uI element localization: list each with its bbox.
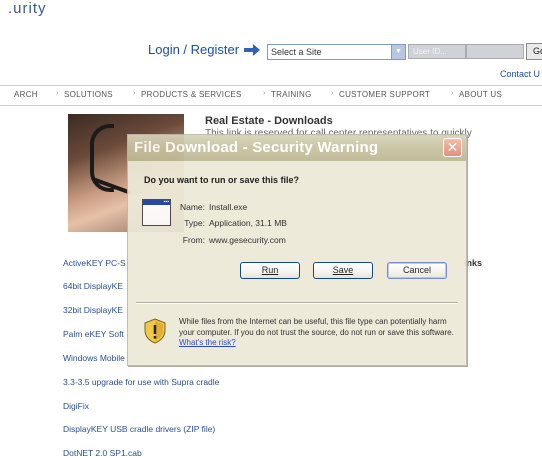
site-select-value: Select a Site [271, 47, 322, 57]
chevron-right-icon: › [263, 90, 266, 97]
nav-item-training[interactable]: TRAINING [271, 90, 312, 99]
chevron-right-icon: › [133, 90, 136, 97]
type-value: Application, 31.1 MB [209, 218, 287, 228]
chevron-right-icon: › [56, 90, 59, 97]
arrow-right-icon [244, 44, 260, 56]
save-button[interactable]: Save [313, 262, 373, 279]
run-label: Run [261, 265, 279, 275]
download-link[interactable]: 64bit DisplayKE [63, 281, 123, 291]
cancel-button[interactable]: Cancel [387, 262, 447, 279]
nav-item-about-us[interactable]: ABOUT US [459, 90, 502, 99]
nav-item-customer-support[interactable]: CUSTOMER SUPPORT [339, 90, 430, 99]
name-label: Name: [179, 202, 205, 212]
go-button[interactable]: Go [526, 43, 542, 60]
file-download-dialog: File Download - Security Warning ✕ Do yo… [127, 134, 467, 366]
chevron-right-icon: › [331, 90, 334, 97]
dialog-question: Do you want to run or save this file? [144, 175, 300, 185]
download-link[interactable]: Windows Mobile [63, 353, 125, 363]
from-label: From: [182, 235, 205, 245]
download-link[interactable]: 32bit DisplayKE [63, 305, 123, 315]
warning-message: While files from the Internet can be use… [179, 317, 454, 337]
type-label: Type: [184, 218, 205, 228]
security-warning-text: While files from the Internet can be use… [179, 317, 463, 349]
password-input[interactable] [466, 44, 524, 59]
whats-the-risk-link[interactable]: What's the risk? [179, 338, 236, 347]
shield-warning-icon [144, 318, 166, 344]
download-link[interactable]: Palm eKEY Soft [63, 329, 124, 339]
dialog-title: File Download - Security Warning [134, 139, 379, 156]
page-heading: Real Estate - Downloads [205, 115, 333, 127]
nav-item-search[interactable]: ARCH [14, 90, 38, 99]
nav-divider-top [0, 85, 542, 86]
nav-divider-bottom [0, 105, 542, 106]
download-link[interactable]: DigiFix [63, 401, 89, 411]
from-value: www.gesecurity.com [209, 235, 286, 245]
download-link[interactable]: ActiveKEY PC-S [63, 258, 126, 268]
dialog-divider [136, 302, 458, 304]
name-value: Install.exe [209, 202, 248, 212]
contact-us-link[interactable]: Contact U [500, 69, 540, 79]
download-link[interactable]: DotNET 2.0 SP1.cab [63, 448, 142, 458]
login-register-link[interactable]: Login / Register [148, 42, 239, 57]
nav-item-solutions[interactable]: SOLUTIONS [64, 90, 113, 99]
download-link[interactable]: 3.3-3.5 upgrade for use with Supra cradl… [63, 377, 219, 387]
download-link[interactable]: DisplayKEY USB cradle drivers (ZIP file) [63, 424, 215, 434]
close-button[interactable]: ✕ [443, 138, 462, 157]
run-button[interactable]: Run [240, 262, 300, 279]
user-id-input[interactable]: User ID... [408, 44, 466, 59]
site-select[interactable]: Select a Site ▼ [267, 44, 406, 60]
chevron-down-icon[interactable]: ▼ [391, 45, 405, 59]
chevron-right-icon: › [451, 90, 454, 97]
nav-item-products-services[interactable]: PRODUCTS & SERVICES [141, 90, 242, 99]
close-icon: ✕ [446, 139, 459, 155]
dialog-titlebar[interactable]: File Download - Security Warning ✕ [128, 135, 466, 161]
logo-fragment: .urity [8, 0, 47, 17]
save-label: Save [332, 265, 354, 275]
